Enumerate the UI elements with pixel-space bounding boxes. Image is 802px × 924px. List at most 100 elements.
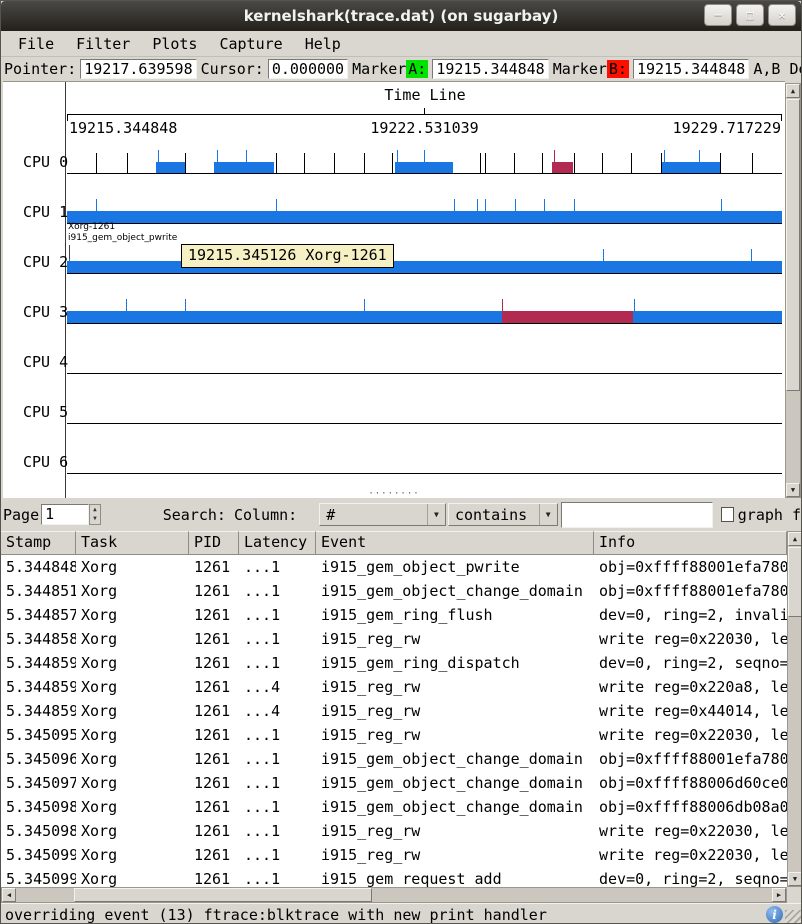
table-hscrollbar[interactable]: ◀ ▶ [1,887,787,903]
event-tick-blue [246,150,247,162]
task-block[interactable] [662,162,720,173]
table-scroll-thumb[interactable] [788,547,802,617]
cpu-plot-4[interactable] [67,324,782,374]
table-scroll-down-button[interactable]: ▼ [788,872,802,886]
column-header-task[interactable]: Task [76,531,189,555]
table-row[interactable]: 5.345097Xorg1261...1i915_gem_object_chan… [1,771,787,795]
event-tick-blue [364,299,365,311]
cell-latency: ...1 [239,627,316,651]
table-scroll-up-button[interactable]: ▲ [788,532,802,546]
page-input[interactable]: 1 [41,504,89,525]
resize-grip[interactable] [785,910,801,924]
menu-plots[interactable]: Plots [141,33,208,55]
maximize-button[interactable]: □ [736,4,764,26]
table-row[interactable]: 5.344857Xorg1261...1i915_gem_ring_flushd… [1,603,787,627]
task-block-alt[interactable] [552,162,572,173]
graph-scroll-up-button[interactable]: ▲ [786,84,800,98]
cell-info: dev=0, ring=2, seqno= [594,867,787,887]
menu-filter[interactable]: Filter [65,33,141,55]
timeline-title: Time Line [65,86,785,104]
event-tick-red [502,299,503,311]
task-block-alt[interactable] [502,311,633,323]
close-button[interactable]: ✕ [768,4,796,26]
cell-task: Xorg [76,651,189,675]
cell-task: Xorg [76,747,189,771]
cpu-row-4: CPU 4 [3,324,782,374]
column-select[interactable]: # ▼ [319,503,446,526]
table-row[interactable]: 5.345098Xorg1261...1i915_gem_object_chan… [1,795,787,819]
table-hscroll-thumb[interactable] [74,888,372,902]
pointer-label: Pointer: [4,60,76,78]
cursor-value: 0.000000 [268,59,348,79]
cell-info: write reg=0x220a8, le [594,675,787,699]
menu-capture[interactable]: Capture [208,33,293,55]
column-header-stamp[interactable]: Stamp [1,531,76,555]
search-input[interactable] [561,502,713,528]
cpu-label-6: CPU 6 [23,453,68,471]
timeline-axis [67,114,782,115]
cell-event: i915_gem_object_change_domain [316,747,594,771]
column-header-info[interactable]: Info [594,531,787,555]
task-block[interactable] [395,162,453,173]
cell-info: write reg=0x22030, le [594,723,787,747]
search-bar: Page 1 ▲▼ Search: Column: # ▼ contains ▼… [1,498,801,531]
cpu-task-bar[interactable] [67,311,782,323]
column-header-latency[interactable]: Latency [239,531,316,555]
column-header-pid[interactable]: PID [189,531,239,555]
cell-stamp: 5.345099 [1,867,76,887]
column-header-event[interactable]: Event [316,531,594,555]
graph-vscrollbar[interactable]: ▲ ▼ [785,83,801,498]
cell-pid: 1261 [189,819,239,843]
cpu-plot-6[interactable] [67,424,782,474]
cpu-plot-3[interactable] [67,274,782,324]
event-tick-blue [634,299,635,311]
table-row[interactable]: 5.345095Xorg1261...1i915_reg_rwwrite reg… [1,723,787,747]
task-block[interactable] [214,162,274,173]
info-icon[interactable]: i [766,906,783,923]
cpu-plot-2[interactable] [67,224,782,274]
titlebar[interactable]: kernelshark(trace.dat) (on sugarbay) ─ □… [1,1,801,31]
table-row[interactable]: 5.344859Xorg1261...4i915_reg_rwwrite reg… [1,699,787,723]
cell-pid: 1261 [189,867,239,887]
cpu-plot-0[interactable] [67,124,782,174]
cpu-task-bar[interactable] [67,211,782,223]
graph-follows-checkbox[interactable] [721,507,734,522]
table-vscrollbar[interactable]: ▲ ▼ [787,531,802,887]
table-row[interactable]: 5.344859Xorg1261...1i915_gem_ring_dispat… [1,651,787,675]
cell-task: Xorg [76,867,189,887]
graph-scroll-thumb[interactable] [786,99,800,391]
cpu-task-bar[interactable] [67,261,782,273]
table-row[interactable]: 5.344858Xorg1261...1i915_reg_rwwrite reg… [1,627,787,651]
minimize-button[interactable]: ─ [704,4,732,26]
graph-scroll-down-button[interactable]: ▼ [786,483,800,497]
cell-event: i915_reg_rw [316,819,594,843]
match-select[interactable]: contains ▼ [448,503,558,526]
page-label: Page [3,506,39,524]
cpu-plot-1[interactable] [67,174,782,224]
cell-pid: 1261 [189,555,239,579]
table-row[interactable]: 5.345098Xorg1261...1i915_reg_rwwrite reg… [1,819,787,843]
marker-a-key: A: [406,60,428,78]
page-spin-buttons[interactable]: ▲▼ [89,504,101,525]
timeline-graph[interactable]: Time Line 19215.344848 19222.531039 1922… [3,81,785,499]
table-row[interactable]: 5.344848Xorg1261...1i915_gem_object_pwri… [1,555,787,579]
table-row[interactable]: 5.345099Xorg1261...1i915_reg_rwwrite reg… [1,843,787,867]
table-scroll-left-button[interactable]: ◀ [2,888,16,902]
spin-up-icon: ▲ [90,505,100,514]
menu-help[interactable]: Help [294,33,352,55]
event-tick-blue [544,199,545,211]
event-tick-blue [276,199,277,211]
table-row[interactable]: 5.345096Xorg1261...1i915_gem_object_chan… [1,747,787,771]
table-row[interactable]: 5.344851Xorg1261...1i915_gem_object_chan… [1,579,787,603]
cell-event: i915_gem_ring_dispatch [316,651,594,675]
menu-file[interactable]: File [7,33,65,55]
pane-splitter-handle[interactable]: ········ [3,490,785,498]
task-block[interactable] [156,162,185,173]
event-tick [127,153,128,173]
table-header: StampTaskPIDLatencyEventInfo [1,531,787,555]
table-row[interactable]: 5.345099Xorg1261...1i915_gem_request_add… [1,867,787,887]
table-scroll-right-button[interactable]: ▶ [772,888,786,902]
axis-tick-mid [424,108,425,114]
table-row[interactable]: 5.344859Xorg1261...4i915_reg_rwwrite reg… [1,675,787,699]
cpu-plot-5[interactable] [67,374,782,424]
